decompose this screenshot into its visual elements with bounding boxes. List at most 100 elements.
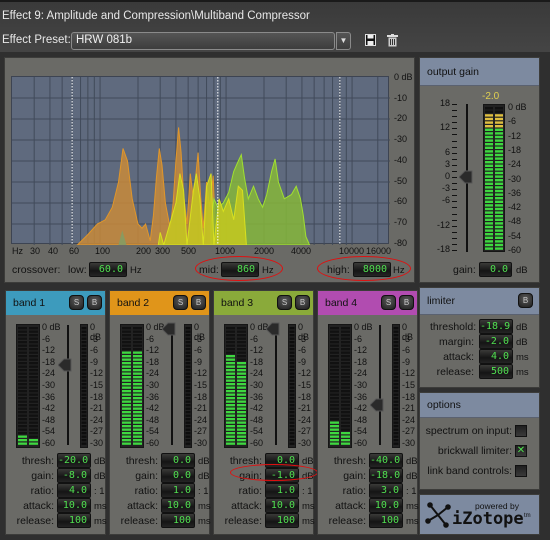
meter-segment (495, 179, 503, 182)
db-tick-label: -10 (394, 92, 408, 103)
limiter-threshold-field[interactable]: -18.9 (479, 319, 513, 334)
output-gain-slider-handle[interactable] (458, 170, 473, 184)
meter-segment (237, 383, 246, 386)
spectrum-plot[interactable] (11, 76, 390, 245)
output-gain-unit: dB (516, 265, 528, 276)
band-threshold-slider-handle[interactable] (265, 322, 280, 336)
low-crossover-field[interactable]: 60.0 (89, 262, 127, 277)
meter-segment (133, 355, 142, 358)
meter-segment (133, 358, 142, 361)
meter-segment (29, 372, 38, 375)
band-thresh-field[interactable]: -40.0 (369, 453, 403, 468)
band-threshold-slider-track[interactable] (67, 325, 69, 445)
meter-segment (393, 393, 399, 396)
option-checkbox[interactable] (515, 465, 527, 477)
meter-segment (495, 110, 503, 113)
band-input-tick-label: -30 (354, 380, 368, 390)
meter-segment (330, 432, 339, 435)
output-slider-tick (452, 146, 457, 148)
meter-segment (29, 379, 38, 382)
meter-segment (18, 428, 27, 431)
save-icon[interactable] (364, 34, 376, 47)
solo-button[interactable]: S (381, 295, 396, 310)
meter-segment (495, 117, 503, 121)
band-threshold-slider-track[interactable] (171, 325, 173, 445)
meter-segment (122, 400, 131, 403)
meter-segment (185, 351, 191, 354)
band-attack-label: attack: (23, 500, 54, 512)
band-ratio-field[interactable]: 3.0 (369, 483, 403, 498)
band-threshold-slider-handle[interactable] (57, 358, 72, 372)
meter-segment (485, 218, 493, 221)
high-crossover-field[interactable]: 8000 (353, 262, 391, 277)
band-threshold-slider-track[interactable] (275, 325, 277, 445)
db-tick-label: -70 (394, 216, 408, 227)
band-input-tick-label: -30 (42, 380, 56, 390)
meter-segment (341, 386, 350, 389)
solo-button[interactable]: S (173, 295, 188, 310)
meter-segment (495, 175, 503, 178)
meter-segment (341, 421, 350, 424)
band-gain-field[interactable]: -18.0 (369, 468, 403, 483)
band-threshold-slider-handle[interactable] (369, 398, 384, 412)
meter-segment (185, 327, 191, 330)
chevron-down-icon[interactable]: ▼ (336, 32, 351, 50)
mid-crossover-field[interactable]: 860 (221, 262, 259, 277)
solo-button[interactable]: S (69, 295, 84, 310)
band-input-tick-label: -60 (42, 438, 56, 448)
bypass-button[interactable]: B (87, 295, 102, 310)
band-gain-unit: dB (94, 471, 106, 482)
band-gain-field[interactable]: -8.0 (57, 468, 91, 483)
band-thresh-field[interactable]: 0.0 (161, 453, 195, 468)
meter-segment (185, 386, 191, 389)
meter-segment (133, 407, 142, 410)
output-gain-label: gain: (453, 264, 476, 276)
output-meter-tick-label: -60 (508, 245, 522, 255)
band-release-unit: ms (94, 516, 107, 527)
db-tick-label: -60 (394, 196, 408, 207)
hz-tick-label: 300 (155, 246, 171, 256)
option-checkbox[interactable]: ✕ (515, 445, 527, 457)
limiter-attack-field[interactable]: 4.0 (479, 349, 513, 364)
bypass-button[interactable]: B (191, 295, 206, 310)
band-release-field[interactable]: 100 (57, 513, 91, 528)
hz-tick-label: 100 (95, 246, 111, 256)
band-input-tick-label: -36 (146, 391, 160, 402)
limiter-margin-label: margin: (438, 336, 474, 348)
band-threshold-slider-track[interactable] (379, 325, 381, 445)
output-gain-field[interactable]: 0.0 (479, 262, 512, 277)
band-release-field[interactable]: 100 (161, 513, 195, 528)
meter-segment (237, 344, 246, 347)
delete-icon[interactable] (386, 34, 398, 47)
solo-button[interactable]: S (277, 295, 292, 310)
limiter-margin-field[interactable]: -2.0 (479, 334, 513, 349)
band-attack-field[interactable]: 10.0 (265, 498, 299, 513)
meter-segment (18, 421, 27, 424)
band-ratio-field[interactable]: 1.0 (265, 483, 299, 498)
band-thresh-field[interactable]: -20.0 (57, 453, 91, 468)
band-attack-field[interactable]: 10.0 (161, 498, 195, 513)
band-threshold-slider-handle[interactable] (161, 322, 176, 336)
bypass-button[interactable]: B (399, 295, 414, 310)
preset-dropdown[interactable]: HRW 081b (71, 32, 335, 50)
meter-segment (185, 362, 191, 365)
band-gain-field[interactable]: 0.0 (161, 468, 195, 483)
band-ratio-field[interactable]: 4.0 (57, 483, 91, 498)
band-release-field[interactable]: 100 (265, 513, 299, 528)
meter-segment (29, 386, 38, 389)
limiter-release-field[interactable]: 500 (479, 364, 513, 379)
band-attack-field[interactable]: 10.0 (57, 498, 91, 513)
band-release-field[interactable]: 100 (369, 513, 403, 528)
band-ratio-field[interactable]: 1.0 (161, 483, 195, 498)
meter-segment (485, 139, 493, 142)
option-checkbox[interactable] (515, 425, 527, 437)
band-attack-field[interactable]: 10.0 (369, 498, 403, 513)
limiter-bypass-button[interactable]: B (518, 293, 533, 308)
meter-segment (341, 379, 350, 382)
meter-segment (330, 358, 339, 361)
bypass-button[interactable]: B (295, 295, 310, 310)
meter-segment (81, 330, 87, 333)
band-input-tick-label: -18 (146, 356, 160, 367)
meter-segment (393, 411, 399, 414)
meter-segment (133, 327, 142, 330)
